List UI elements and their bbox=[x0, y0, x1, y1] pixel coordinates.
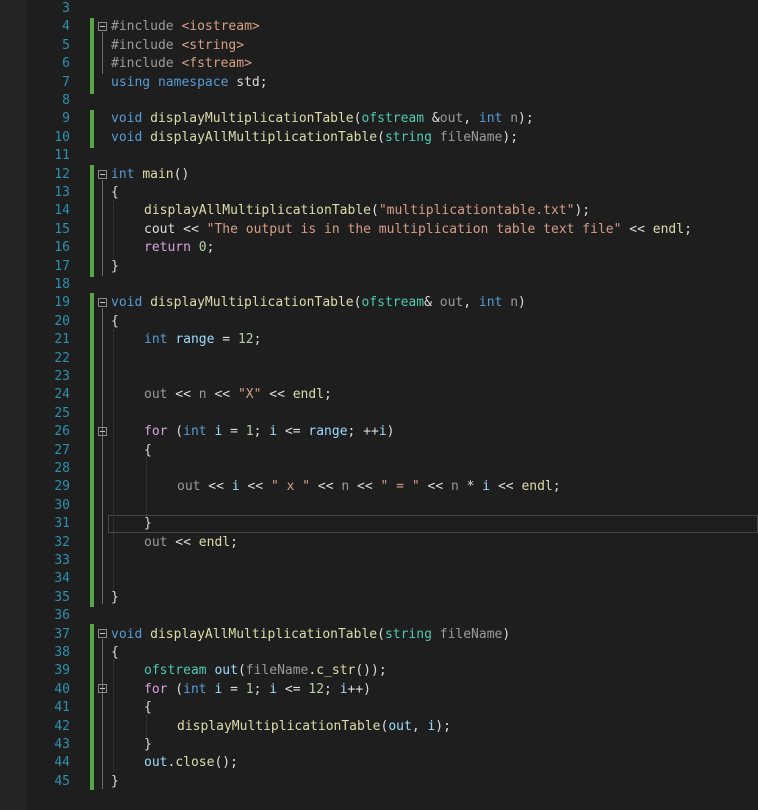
code-line: displayMultiplicationTable(out, i); bbox=[177, 718, 451, 734]
line-number: 14 bbox=[54, 203, 70, 219]
code-line: int main() bbox=[111, 166, 190, 182]
code-line: out << i << " x " << n << " = " << n * i… bbox=[177, 479, 561, 495]
line-number: 33 bbox=[54, 553, 70, 568]
code-line: using namespace std; bbox=[111, 74, 268, 90]
code-line: ofstream out(fileName.c_str()); bbox=[144, 663, 387, 679]
line-number: 13 bbox=[54, 185, 70, 200]
indent-guide bbox=[146, 457, 147, 517]
code-line: } bbox=[111, 258, 119, 274]
code-line: #include <string> bbox=[111, 37, 245, 53]
collapse-toggle-icon[interactable] bbox=[98, 684, 107, 693]
code-line: { bbox=[144, 442, 152, 458]
line-number: 45 bbox=[54, 773, 70, 789]
line-number: 23 bbox=[54, 369, 70, 384]
code-line: void displayAllMultiplicationTable(strin… bbox=[111, 129, 519, 145]
line-number: 39 bbox=[54, 663, 70, 679]
line-number: 34 bbox=[54, 571, 70, 587]
indent-guide bbox=[113, 660, 114, 772]
code-line: #include <fstream> bbox=[111, 56, 252, 72]
line-number: 27 bbox=[54, 442, 70, 458]
code-line: cout << "The output is in the multiplica… bbox=[144, 221, 692, 237]
fold-guide bbox=[102, 32, 103, 74]
code-line: for (int i = 1; i <= range; ++i) bbox=[144, 424, 395, 440]
line-number: 11 bbox=[54, 148, 70, 164]
line-number: 18 bbox=[54, 277, 70, 292]
line-number: 17 bbox=[54, 258, 70, 274]
line-number: 32 bbox=[54, 534, 70, 550]
line-number: 19 bbox=[54, 295, 70, 311]
editor-margin bbox=[0, 0, 26, 810]
code-line: for (int i = 1; i <= 12; i++) bbox=[144, 681, 372, 697]
line-number: 4 bbox=[62, 19, 70, 35]
code-line: } bbox=[111, 589, 119, 605]
line-number: 30 bbox=[54, 497, 70, 513]
line-number: 12 bbox=[54, 166, 70, 182]
indent-guide bbox=[146, 715, 147, 737]
change-indicator-bar bbox=[90, 293, 94, 607]
fold-guide bbox=[102, 436, 103, 524]
code-line: void displayAllMultiplicationTable(strin… bbox=[111, 626, 511, 642]
code-line: { bbox=[111, 313, 119, 329]
code-line: void displayMultiplicationTable(ofstream… bbox=[111, 111, 534, 127]
line-number: 8 bbox=[62, 93, 70, 108]
collapse-toggle-icon[interactable] bbox=[98, 629, 107, 638]
line-number: 43 bbox=[54, 737, 70, 752]
code-line: } bbox=[111, 773, 119, 789]
change-indicator-bar bbox=[90, 165, 94, 277]
collapse-toggle-icon[interactable] bbox=[98, 427, 107, 436]
line-number: 22 bbox=[54, 350, 70, 366]
code-line: return 0; bbox=[144, 240, 215, 256]
fold-guide bbox=[102, 694, 103, 752]
line-number: 21 bbox=[54, 332, 70, 348]
line-number: 38 bbox=[54, 645, 70, 660]
code-line: { bbox=[111, 645, 119, 660]
collapse-toggle-icon[interactable] bbox=[98, 170, 107, 179]
line-number: 42 bbox=[54, 718, 70, 734]
line-number: 15 bbox=[54, 221, 70, 237]
indent-guide bbox=[113, 200, 114, 258]
code-line: out << endl; bbox=[144, 534, 238, 550]
line-number: 16 bbox=[54, 240, 70, 256]
line-number: 24 bbox=[54, 387, 70, 403]
change-indicator-bar bbox=[90, 18, 94, 94]
collapse-toggle-icon[interactable] bbox=[98, 298, 107, 307]
line-number: 29 bbox=[54, 479, 70, 495]
code-line: out << n << "X" << endl; bbox=[144, 387, 332, 403]
line-number: 37 bbox=[54, 626, 70, 642]
line-number: 6 bbox=[62, 56, 70, 72]
code-line: void displayMultiplicationTable(ofstream… bbox=[111, 295, 526, 311]
line-number: 28 bbox=[54, 461, 70, 476]
code-line: { bbox=[144, 700, 152, 716]
change-indicator-bar bbox=[90, 110, 94, 148]
line-number: 3 bbox=[62, 1, 70, 16]
line-number: 26 bbox=[54, 424, 70, 440]
code-line: out.close(); bbox=[144, 755, 238, 771]
line-number: 31 bbox=[54, 516, 70, 532]
line-number: 9 bbox=[62, 111, 70, 127]
collapse-toggle-icon[interactable] bbox=[98, 22, 107, 31]
code-line: } bbox=[144, 737, 152, 752]
line-number: 25 bbox=[54, 405, 70, 421]
code-line: { bbox=[111, 185, 119, 200]
code-line: #include <iostream> bbox=[111, 19, 260, 35]
line-number: 5 bbox=[62, 37, 70, 53]
line-number: 40 bbox=[54, 681, 70, 697]
line-number: 36 bbox=[54, 608, 70, 624]
line-number: 7 bbox=[62, 74, 70, 90]
line-number: 10 bbox=[54, 129, 70, 145]
line-number: 20 bbox=[54, 313, 70, 329]
code-line: displayAllMultiplicationTable("multiplic… bbox=[144, 203, 591, 219]
code-line: int range = 12; bbox=[144, 332, 262, 348]
line-number: 35 bbox=[54, 589, 70, 605]
line-number: 41 bbox=[54, 700, 70, 716]
indent-guide bbox=[113, 330, 114, 590]
line-number: 44 bbox=[54, 755, 70, 771]
code-line: } bbox=[144, 516, 152, 532]
change-indicator-bar bbox=[90, 624, 94, 790]
fold-guide bbox=[102, 180, 103, 276]
